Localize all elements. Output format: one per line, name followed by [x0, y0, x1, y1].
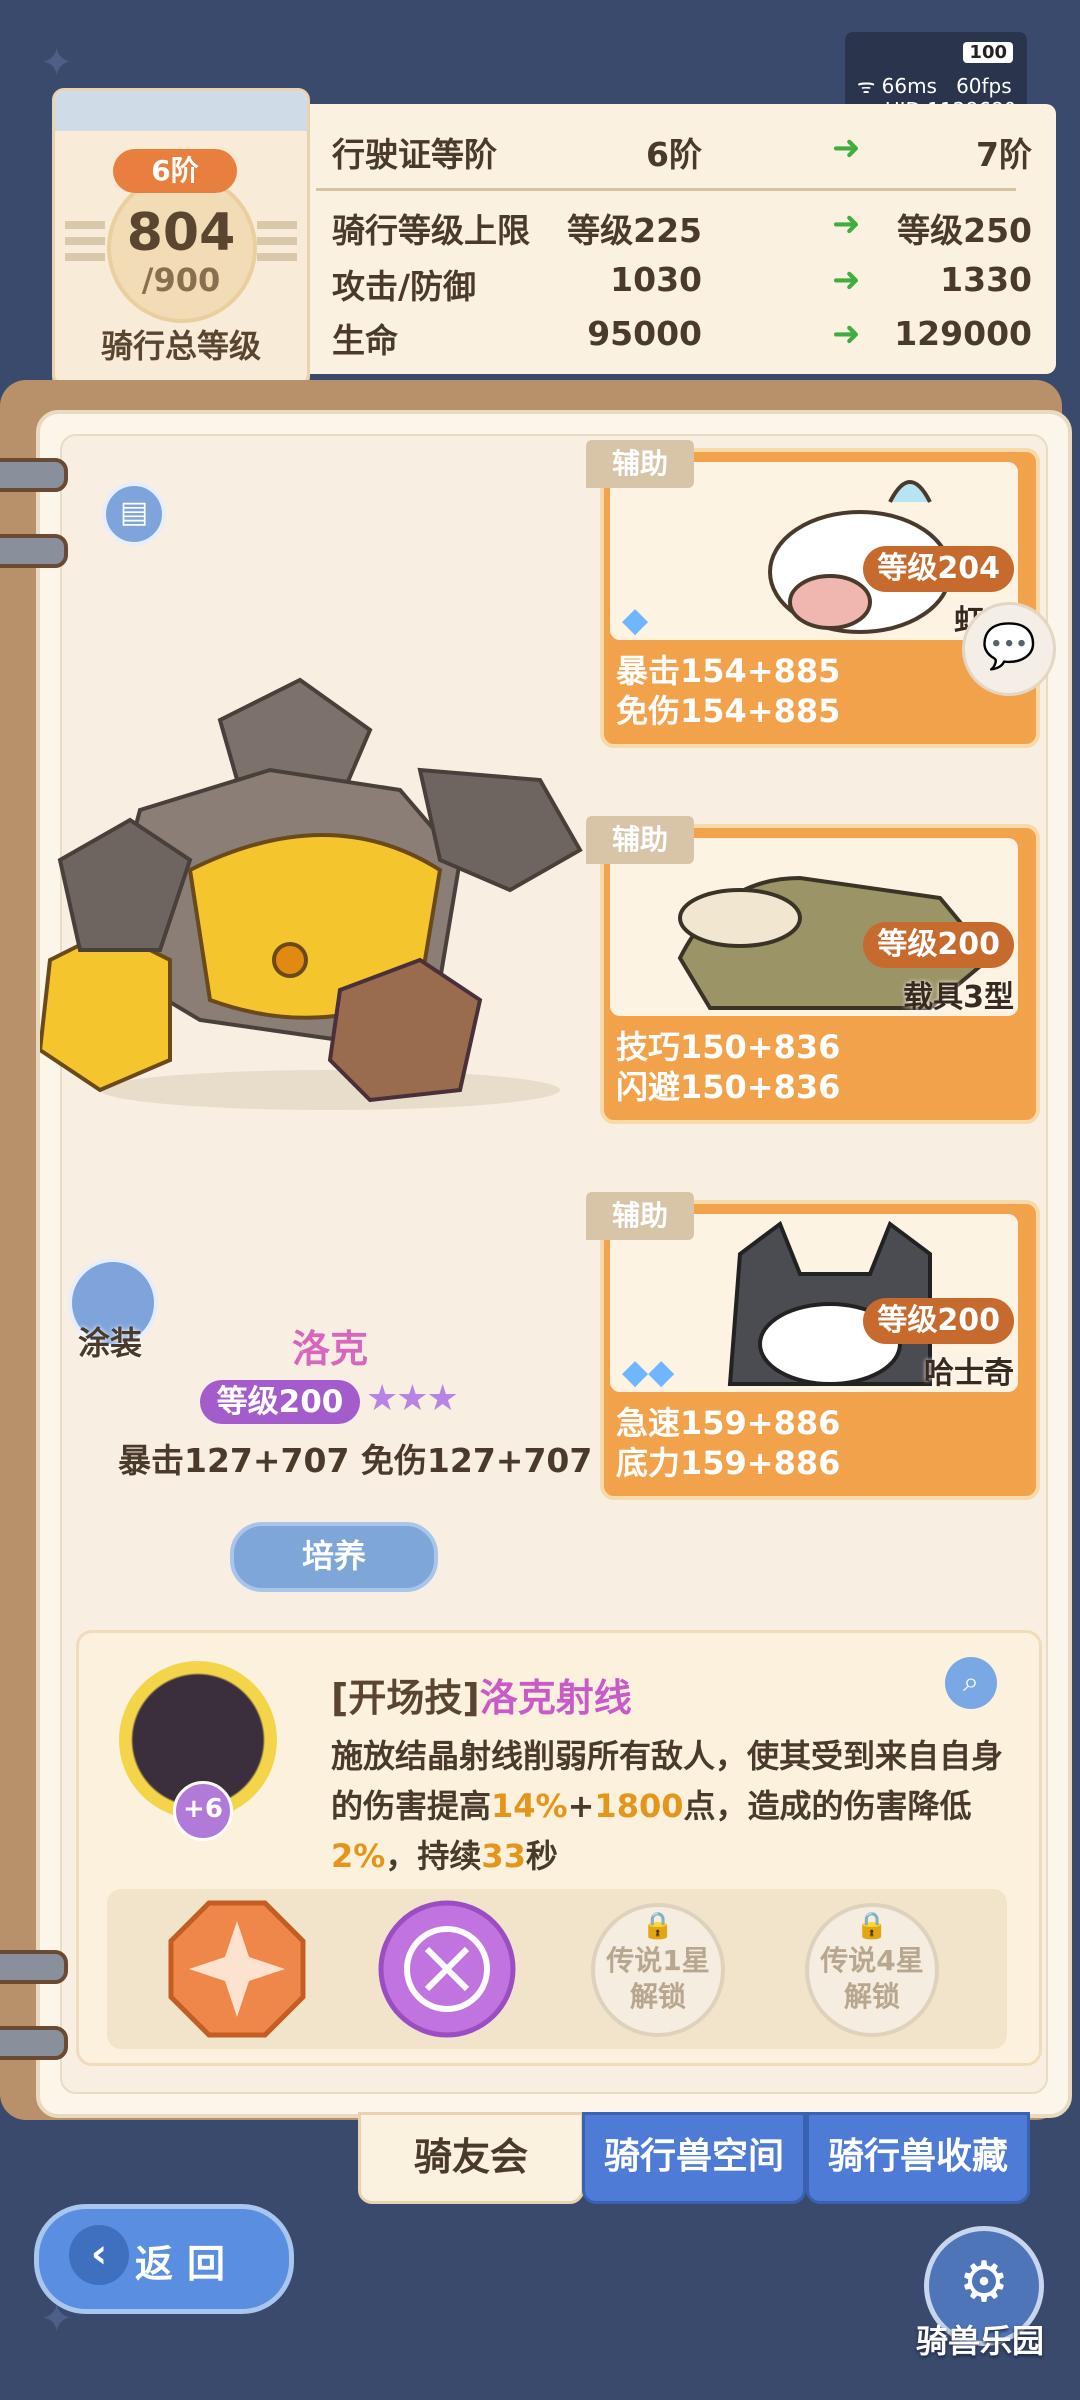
skill-panel: +6 [开场技]洛克射线 ⌕ 施放结晶射线削弱所有敌人，使其受到来自自身的伤害提…: [76, 1630, 1042, 2066]
support-mount-card-3[interactable]: 辅助 ◆◆ 等级200 哈士奇 急速159+886 底力159+886: [586, 1192, 1040, 1500]
arrow-right-icon: ➜: [832, 260, 861, 300]
skill-description: 施放结晶射线削弱所有敌人，使其受到来自自身的伤害提高14%+1800点，造成的伤…: [331, 1737, 1004, 1875]
skill-title: [开场技]洛克射线: [331, 1667, 632, 1722]
chat-icon[interactable]: 💬: [962, 602, 1056, 696]
stat-next: 1330: [940, 260, 1032, 299]
stat-next: 等级250: [897, 211, 1032, 250]
total-level-value: 804: [126, 203, 236, 263]
mount-stats: 暴击127+707 免伤127+707: [118, 1441, 593, 1480]
stat-row-attack: 攻击/防御 1030 ➜ 1330: [332, 260, 1032, 310]
handbook-icon[interactable]: ▤: [102, 482, 166, 546]
ping-text: 66ms: [881, 74, 937, 98]
skill-plus-badge: +6: [173, 1781, 233, 1841]
notebook-ring: [0, 1950, 68, 1984]
stat-next: 7阶: [976, 135, 1032, 174]
mount-star-icons: ★★★: [366, 1378, 459, 1419]
total-level-label: 骑行总等级: [100, 327, 261, 365]
unlock-requirement: 传说4星: [820, 1944, 924, 1977]
locked-rune-slot-2[interactable]: 🔒 传说4星 解锁: [805, 1903, 939, 2037]
mount-shadow: [100, 1070, 560, 1110]
support-tag: 辅助: [586, 816, 694, 864]
support-tag: 辅助: [586, 1192, 694, 1240]
stat-next: 129000: [894, 314, 1032, 353]
mount-left-fist: [40, 927, 172, 1093]
stat-row-level-cap: 骑行等级上限 等级225 ➜ 等级250: [332, 204, 1032, 254]
lock-icon: 🔒: [641, 1911, 675, 1941]
license-stats-panel: 行驶证等阶 6阶 ➜ 7阶 骑行等级上限 等级225 ➜ 等级250 攻击/防御…: [296, 104, 1056, 374]
rune-slots: 🔒 传说1星 解锁 🔒 传说4星 解锁: [107, 1889, 1007, 2049]
network-fps-readout: ᯤ 66ms 60fps: [857, 72, 1012, 99]
arrow-right-icon: ➜: [832, 204, 861, 244]
back-label: 返回: [135, 2242, 240, 2286]
orange-rune-icon[interactable]: [167, 1899, 307, 2039]
skin-label: 涂装: [78, 1324, 143, 1362]
locked-rune-slot-1[interactable]: 🔒 传说1星 解锁: [591, 1903, 725, 2037]
stat-current: 等级225: [567, 211, 702, 250]
support-mount-card-2[interactable]: 辅助 等级200 载具3型 技巧150+836 闪避150+836: [586, 816, 1040, 1124]
stat-label: 行驶证等阶: [332, 135, 497, 174]
notebook-ring: [0, 458, 68, 492]
support-mount-name: 哈士奇: [924, 1356, 1014, 1391]
train-button[interactable]: 培养: [230, 1522, 438, 1592]
notebook-ring: [0, 2026, 68, 2060]
max-level-value: /900: [141, 261, 221, 299]
back-button[interactable]: ‹ 返回: [34, 2204, 294, 2314]
skill-type: [开场技]: [331, 1676, 480, 1720]
mount-name: 洛克: [291, 1327, 368, 1371]
stat-row-hp: 生命 95000 ➜ 129000: [332, 314, 1032, 364]
purple-rune-icon[interactable]: [377, 1899, 517, 2039]
unlock-label: 解锁: [843, 1980, 900, 2013]
support-stat-2: 免伤154+885: [616, 692, 841, 730]
divider: [316, 188, 1016, 191]
wifi-icon: ᯤ: [857, 74, 876, 98]
chevron-left-icon: ‹: [69, 2225, 129, 2285]
stat-label: 攻击/防御: [332, 267, 477, 306]
support-level-badge: 等级200: [863, 922, 1014, 968]
stat-label: 生命: [332, 321, 398, 360]
battery-indicator: 100: [963, 42, 1013, 63]
stat-current: 95000: [587, 314, 702, 353]
lock-icon: 🔒: [855, 1911, 889, 1941]
support-mount-name: 载具3型: [903, 980, 1014, 1015]
notebook-ring: [0, 534, 68, 568]
mount-level-badge: 等级200: [200, 1380, 360, 1424]
stat-row-rank: 行驶证等阶 6阶 ➜ 7阶: [332, 128, 1032, 178]
skill-name: 洛克射线: [479, 1676, 632, 1720]
support-level-badge: 等级204: [863, 546, 1014, 592]
stat-current: 1030: [610, 260, 702, 299]
background-star-icon: ✦: [40, 40, 74, 86]
support-stat-2: 闪避150+836: [616, 1068, 841, 1106]
tab-rider-club[interactable]: 骑友会: [358, 2112, 584, 2204]
tab-mount-collection[interactable]: 骑行兽收藏: [806, 2112, 1030, 2204]
mount-core-orb: [272, 942, 308, 978]
stat-current: 6阶: [646, 135, 702, 174]
rank-badge: 6阶: [113, 149, 237, 193]
support-tag: 辅助: [586, 440, 694, 488]
star-gem-icon: ◆◆: [622, 1352, 675, 1392]
star-gem-icon: ◆: [622, 600, 649, 640]
mount-illustration: [40, 677, 583, 1110]
tab-mount-space[interactable]: 骑行兽空间: [582, 2112, 806, 2204]
unlock-requirement: 传说1星: [606, 1944, 710, 1977]
fps-text: 60fps: [956, 74, 1012, 98]
support-level-badge: 等级200: [863, 1298, 1014, 1344]
license-card-header: [55, 91, 307, 131]
arrow-right-icon: ➜: [832, 128, 861, 168]
mount-park-label: 骑兽乐园: [916, 2322, 1045, 2360]
support-stat-2: 底力159+886: [616, 1444, 841, 1482]
magnify-icon[interactable]: ⌕: [945, 1657, 997, 1709]
riding-license-card[interactable]: 6阶 804 /900 骑行总等级: [52, 88, 310, 386]
unlock-label: 解锁: [629, 1980, 686, 2013]
support-mount-card-1[interactable]: 辅助 ◆ 等级204 虹光 暴击154+885 免伤154+885: [586, 440, 1040, 748]
arrow-right-icon: ➜: [832, 314, 861, 354]
stat-label: 骑行等级上限: [332, 211, 530, 250]
